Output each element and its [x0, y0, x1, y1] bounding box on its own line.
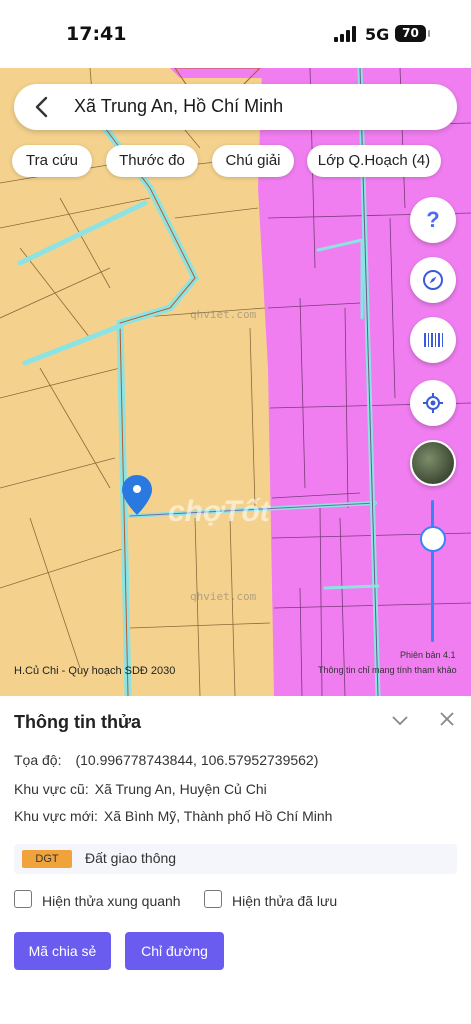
status-bar: 17:41 5G 70: [0, 0, 471, 68]
battery-icon: 70: [395, 25, 430, 42]
chevron-down-icon[interactable]: [390, 710, 410, 730]
nearby-parcels-checkbox[interactable]: [14, 890, 32, 908]
saved-parcels-label: Hiện thửa đã lưu: [232, 893, 338, 909]
network-type: 5G: [365, 25, 390, 44]
chip-lookup[interactable]: Tra cứu: [12, 145, 92, 177]
coords-value: (10.996778743844, 106.57952739562): [75, 752, 319, 768]
barcode-icon: [424, 333, 443, 347]
status-time: 17:41: [66, 23, 127, 45]
parcel-info-sheet: Thông tin thửa Tọa độ: (10.996778743844, …: [0, 696, 471, 1024]
new-area-label: Khu vực mới:: [14, 808, 98, 824]
old-area-label: Khu vực cũ:: [14, 781, 89, 797]
chip-legend[interactable]: Chú giải: [212, 145, 294, 177]
my-location-button[interactable]: [410, 380, 456, 426]
old-area-row: Khu vực cũ: Xã Trung An, Huyện Củ Chi: [14, 781, 267, 797]
chip-measure[interactable]: Thước đo: [106, 145, 198, 177]
compass-button[interactable]: [410, 257, 456, 303]
coords-row: Tọa độ: (10.996778743844, 106.57952739562…: [14, 752, 318, 768]
satellite-layer-button[interactable]: [410, 440, 456, 486]
new-area-value: Xã Bình Mỹ, Thành phố Hồ Chí Minh: [103, 808, 333, 824]
saved-parcels-checkbox[interactable]: [204, 890, 222, 908]
help-button[interactable]: ?: [410, 197, 456, 243]
watermark-brand: chợTốt: [168, 495, 270, 528]
land-use-badge: DGT: [22, 850, 72, 868]
watermark-site: qhviet.com: [190, 308, 257, 321]
signal-icon: [334, 26, 358, 42]
location-target-icon: [423, 393, 443, 413]
barcode-button[interactable]: [410, 317, 456, 363]
map-caption: H.Củ Chi - Quy hoạch SDĐ 2030: [14, 665, 176, 677]
nearby-parcels-label: Hiện thửa xung quanh: [42, 893, 181, 909]
directions-button[interactable]: Chỉ đường: [125, 932, 224, 970]
new-area-row: Khu vực mới: Xã Bình Mỹ, Thành phố Hồ Chí…: [14, 808, 332, 824]
close-icon[interactable]: [438, 710, 456, 728]
chip-planning-layers[interactable]: Lớp Q.Hoạch (4): [307, 145, 441, 177]
back-arrow-icon[interactable]: [32, 95, 52, 119]
old-area-value: Xã Trung An, Huyện Củ Chi: [94, 781, 267, 797]
disclaimer-note: Thông tin chỉ mang tính tham khảo: [318, 665, 457, 675]
zoom-slider-track[interactable]: [431, 500, 434, 642]
land-use-name: Đất giao thông: [85, 850, 177, 866]
sheet-title: Thông tin thửa: [14, 712, 142, 732]
location-title: Xã Trung An, Hồ Chí Minh: [74, 96, 284, 116]
share-code-button[interactable]: Mã chia sẻ: [14, 932, 111, 970]
coords-label: Tọa độ:: [14, 752, 62, 768]
search-bar[interactable]: Xã Trung An, Hồ Chí Minh: [14, 84, 457, 130]
version-label: Phiên bản 4.1: [400, 650, 456, 660]
zoom-slider-thumb[interactable]: [420, 526, 446, 552]
land-use-row: DGT Đất giao thông: [14, 844, 457, 874]
watermark-site: qhviet.com: [190, 590, 257, 603]
help-icon: ?: [426, 207, 440, 232]
compass-icon: [423, 270, 443, 290]
